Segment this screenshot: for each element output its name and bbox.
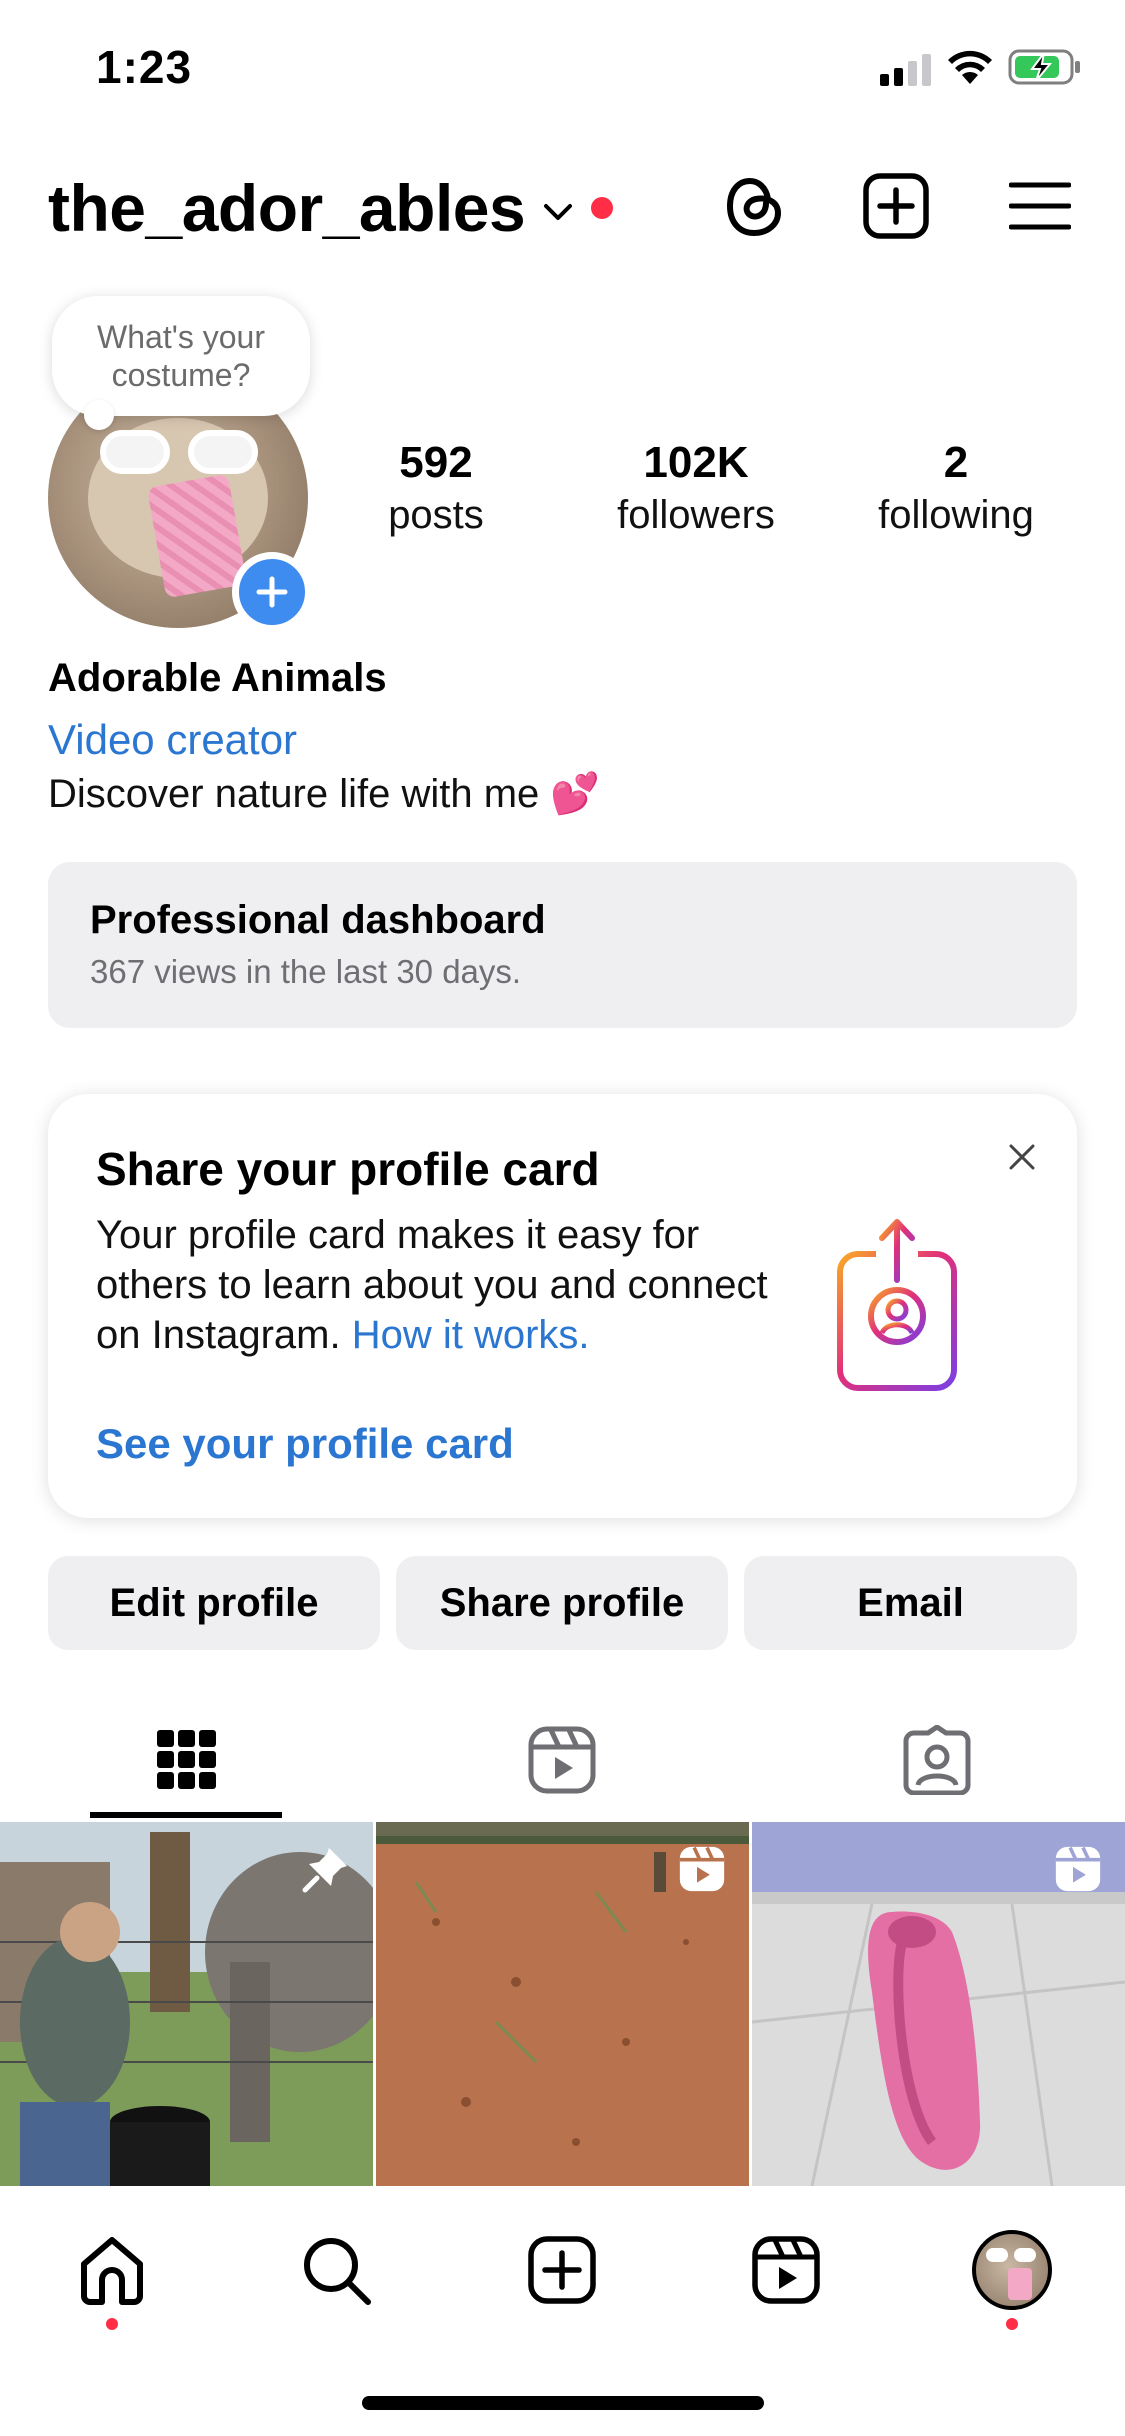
wifi-icon <box>948 50 992 84</box>
reels-icon <box>679 1846 725 1892</box>
active-tab-indicator <box>90 1812 282 1818</box>
stat-value: 102K <box>643 438 749 487</box>
profile-screen: 1:23 the_ador_ables What's your costume?… <box>0 0 1125 2436</box>
reels-icon <box>752 2236 820 2304</box>
professional-dashboard[interactable]: Professional dashboard 367 views in the … <box>48 862 1077 1028</box>
profile-card-promo: Share your profile card Your profile car… <box>48 1094 1077 1518</box>
category-label[interactable]: Video creator <box>48 716 297 764</box>
create-button[interactable] <box>858 168 934 244</box>
how-it-works-link[interactable]: How it works. <box>352 1313 590 1357</box>
dashboard-subtitle: 367 views in the last 30 days. <box>90 953 522 990</box>
see-profile-card-link[interactable]: See your profile card <box>96 1420 514 1468</box>
close-icon[interactable] <box>1005 1140 1039 1174</box>
plus-square-icon <box>863 173 929 239</box>
menu-button[interactable] <box>1002 168 1078 244</box>
battery-charging-icon <box>1008 49 1080 85</box>
email-button[interactable]: Email <box>744 1556 1077 1650</box>
tab-grid[interactable] <box>0 1700 374 1820</box>
hamburger-menu-icon <box>1009 182 1071 230</box>
note-text: What's your costume? <box>97 319 265 393</box>
tab-tagged[interactable] <box>750 1700 1124 1820</box>
nav-home[interactable] <box>64 2222 160 2318</box>
username: the_ador_ables <box>48 171 526 245</box>
nav-create[interactable] <box>514 2222 610 2318</box>
post-tile[interactable] <box>376 1822 749 2186</box>
status-time: 1:23 <box>96 41 193 93</box>
stat-followers[interactable]: 102K followers <box>596 436 796 540</box>
nav-profile[interactable] <box>964 2222 1060 2318</box>
stat-label: followers <box>617 493 775 537</box>
notification-dot <box>591 197 614 219</box>
add-story-button[interactable] <box>232 552 312 632</box>
stat-value: 2 <box>943 438 969 487</box>
post-tile[interactable] <box>0 1822 373 2186</box>
dashboard-title: Professional dashboard <box>90 898 546 942</box>
reels-icon <box>528 1726 596 1794</box>
card-title: Share your profile card <box>96 1143 600 1195</box>
display-name: Adorable Animals <box>48 656 387 700</box>
stat-posts[interactable]: 592 posts <box>336 436 536 540</box>
tab-reels[interactable] <box>375 1700 749 1820</box>
post-tile[interactable] <box>752 1822 1125 2186</box>
profile-avatar-icon <box>972 2230 1052 2310</box>
threads-button[interactable] <box>716 168 792 244</box>
profile-tabs <box>0 1700 1125 1820</box>
stat-label: following <box>878 493 1034 537</box>
card-description: Your profile card makes it easy for othe… <box>96 1210 796 1360</box>
cellular-signal-icon <box>880 54 931 86</box>
note-bubble-tail <box>84 400 114 430</box>
plus-icon <box>256 576 288 608</box>
reels-icon <box>1055 1846 1101 1892</box>
grid-icon <box>157 1730 216 1789</box>
stat-value: 592 <box>399 438 473 487</box>
edit-profile-button[interactable]: Edit profile <box>48 1556 380 1650</box>
nav-home-notification-dot <box>106 2318 118 2330</box>
search-icon <box>304 2238 371 2305</box>
account-switcher[interactable]: the_ador_ables <box>48 168 614 248</box>
nav-search[interactable] <box>288 2222 384 2318</box>
create-icon <box>528 2236 596 2304</box>
home-indicator <box>362 2396 764 2410</box>
profile-card-share-icon <box>837 1219 957 1391</box>
stat-label: posts <box>388 493 484 537</box>
nav-profile-notification-dot <box>1006 2318 1018 2330</box>
share-profile-button[interactable]: Share profile <box>396 1556 728 1650</box>
tagged-icon <box>903 1725 971 1795</box>
home-icon <box>81 2237 143 2305</box>
threads-icon <box>726 177 782 237</box>
note-bubble[interactable]: What's your costume? <box>52 296 310 416</box>
pin-icon <box>302 1848 347 1893</box>
posts-grid <box>0 1822 1125 2186</box>
bio-text: Discover nature life with me 💕 <box>48 772 601 816</box>
status-bar: 1:23 <box>0 0 1125 140</box>
chevron-down-icon <box>544 204 573 220</box>
stat-following[interactable]: 2 following <box>856 436 1056 540</box>
nav-reels[interactable] <box>738 2222 834 2318</box>
